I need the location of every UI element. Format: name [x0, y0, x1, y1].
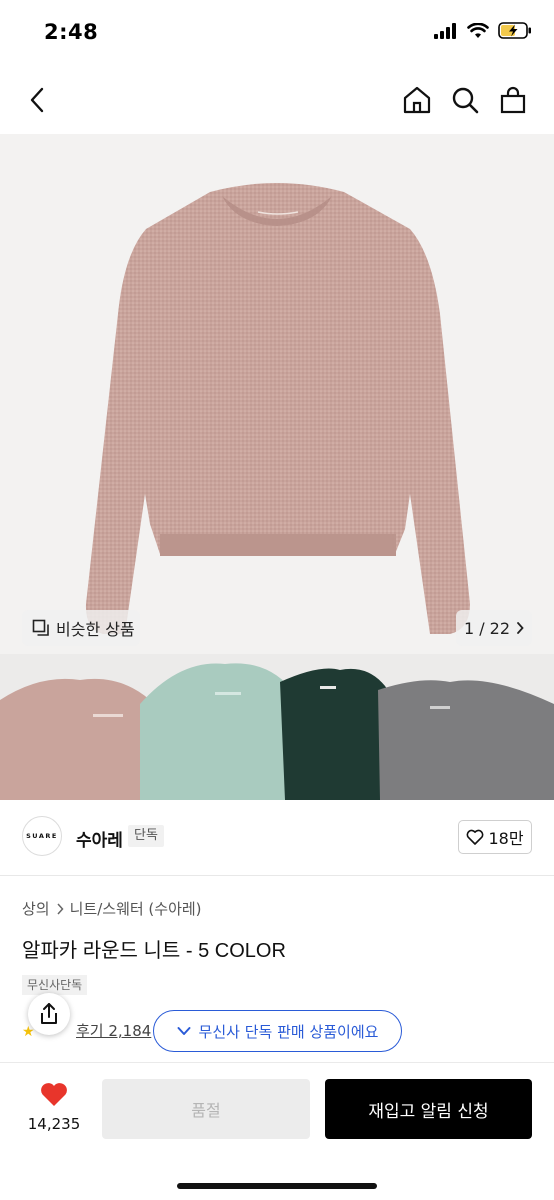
restock-alert-button[interactable]: 재입고 알림 신청	[325, 1079, 532, 1139]
battery-charging-icon	[498, 22, 531, 39]
bottom-action-bar: 14,235 품절 재입고 알림 신청	[0, 1062, 554, 1200]
status-icons	[434, 22, 532, 39]
heart-filled-icon	[41, 1083, 67, 1106]
search-icon	[452, 87, 479, 114]
share-icon	[41, 1003, 57, 1024]
brand-logo[interactable]: SUARE	[22, 816, 62, 856]
brand-name[interactable]: 수아레	[76, 826, 123, 851]
chevron-down-icon	[177, 1027, 191, 1035]
brand-like-count: 18만	[488, 829, 524, 848]
breadcrumb-item-top[interactable]: 상의	[22, 898, 50, 919]
wishlist-count: 14,235	[27, 1115, 81, 1133]
brand-logo-text: SUARE	[26, 832, 58, 840]
image-page-indicator[interactable]: 1 / 22	[456, 610, 532, 646]
similar-products-label: 비슷한 상품	[56, 620, 135, 639]
status-time: 2:48	[44, 20, 99, 44]
similar-products-icon	[32, 619, 49, 636]
shopping-bag-icon	[500, 86, 526, 114]
wifi-icon	[467, 22, 489, 38]
exclusive-tooltip: 무신사 단독 판매 상품이에요	[153, 1010, 402, 1052]
home-button[interactable]	[399, 82, 435, 118]
status-bar: 2:48	[0, 0, 554, 66]
home-indicator	[177, 1183, 377, 1189]
brand-exclusive-badge: 단독	[128, 825, 164, 847]
chevron-right-icon	[517, 622, 524, 634]
breadcrumb: 상의 니트/스웨터 (수아레)	[22, 898, 202, 919]
chevron-right-icon	[57, 902, 64, 915]
nav-bar	[0, 66, 554, 134]
back-chevron-icon	[30, 87, 44, 113]
wishlist-button[interactable]: 14,235	[18, 1081, 90, 1133]
musinsa-exclusive-badge: 무신사단독	[22, 975, 88, 995]
brand-row: SUARE 수아레 단독 18만	[0, 800, 554, 876]
product-title: 알파카 라운드 니트 - 5 COLOR	[22, 940, 286, 962]
brand-like-button[interactable]: 18만	[458, 820, 532, 854]
back-button[interactable]	[20, 82, 56, 118]
review-link[interactable]: 후기 2,184	[76, 1020, 151, 1041]
search-button[interactable]	[447, 82, 483, 118]
product-photo	[0, 134, 554, 800]
cart-button[interactable]	[495, 82, 531, 118]
share-button[interactable]	[28, 993, 70, 1035]
product-image-carousel[interactable]: 비슷한 상품 1 / 22	[0, 134, 554, 800]
similar-products-button[interactable]: 비슷한 상품	[22, 610, 140, 646]
breadcrumb-item-knit[interactable]: 니트/스웨터 (수아레)	[70, 898, 202, 919]
page-indicator-text: 1 / 22	[463, 618, 511, 638]
signal-icon	[434, 22, 456, 39]
tooltip-text: 무신사 단독 판매 상품이에요	[198, 1022, 379, 1041]
heart-outline-icon	[467, 829, 484, 845]
soldout-button: 품절	[102, 1079, 310, 1139]
home-icon	[403, 86, 431, 114]
